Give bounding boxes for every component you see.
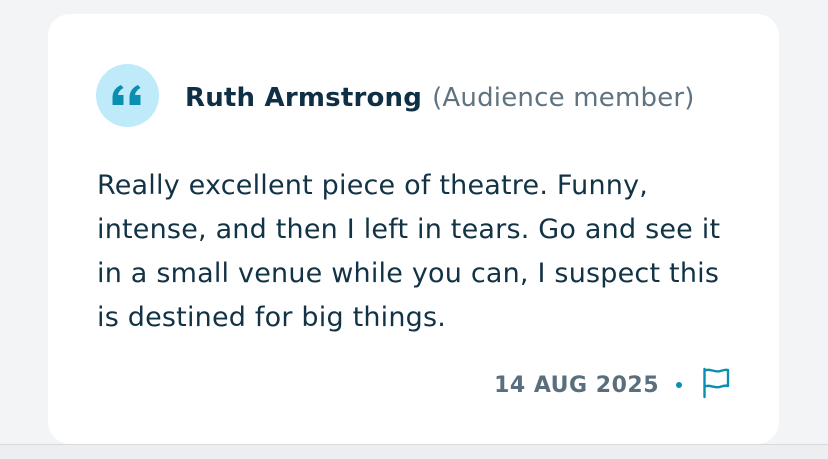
page-bottom-area [0, 445, 828, 459]
quote-badge [96, 64, 159, 127]
quote-icon [111, 83, 145, 109]
review-footer: 14 AUG 2025 [494, 367, 732, 403]
reviewer-name: Ruth Armstrong [185, 83, 423, 113]
review-text: Really excellent piece of theatre. Funny… [97, 170, 721, 333]
review-card: Ruth Armstrong (Audience member) Really … [48, 14, 779, 444]
reviewer-line: Ruth Armstrong (Audience member) [185, 80, 695, 116]
separator-dot [676, 382, 682, 388]
review-date: 14 AUG 2025 [494, 372, 659, 398]
report-review-button[interactable] [700, 367, 732, 403]
flag-icon [701, 367, 731, 403]
reviewer-role: (Audience member) [432, 83, 695, 113]
